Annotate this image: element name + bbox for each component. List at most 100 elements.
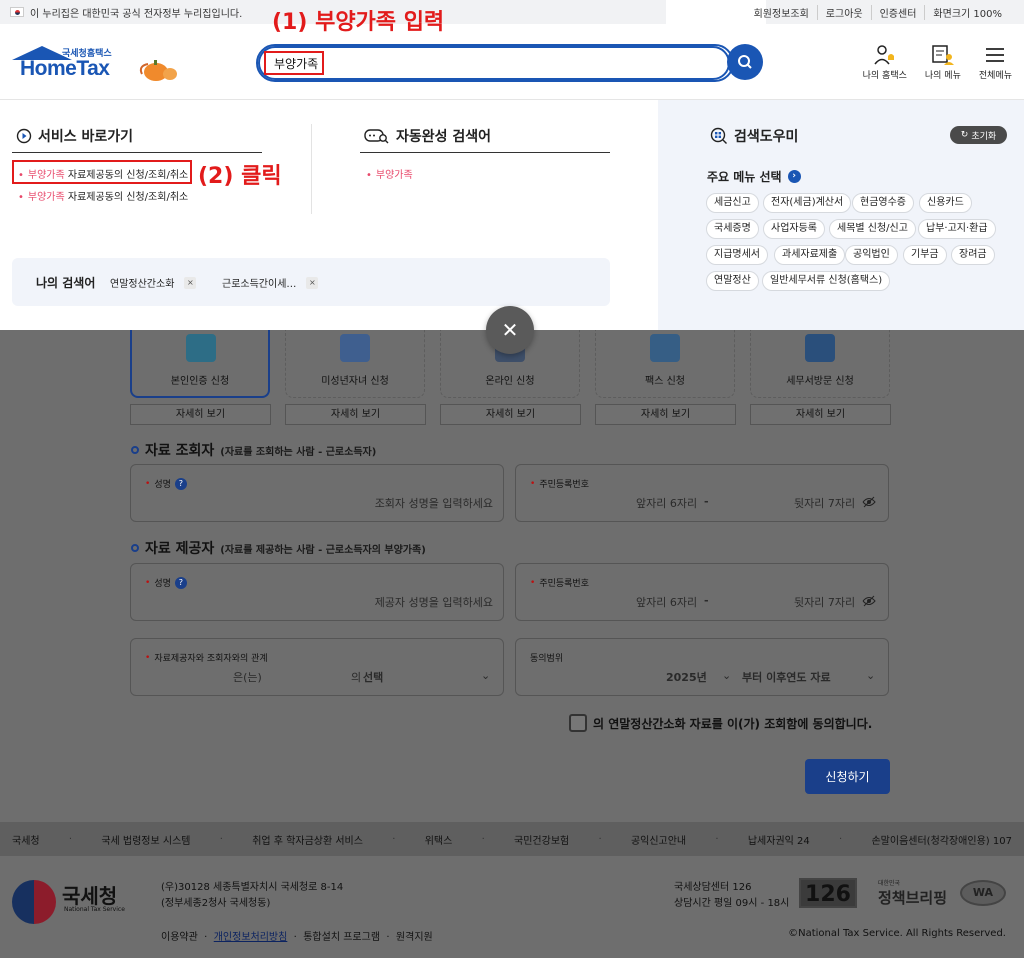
menu-tag[interactable]: 납부·고지·환급: [918, 219, 996, 239]
annotation-step1: (1) 부양가족 입력: [272, 10, 445, 35]
menu-tag[interactable]: 공익법인: [845, 245, 898, 265]
footer-link[interactable]: 취업 후 학자금상환 서비스: [252, 832, 363, 847]
utility-links: 회원정보조회 로그아웃 인증센터 화면크기 100%: [746, 0, 1010, 24]
menu-tag[interactable]: 장려금: [951, 245, 995, 265]
close-dropdown-button[interactable]: ✕: [486, 306, 534, 354]
child-doc-icon: [340, 334, 370, 362]
nts-emblem-icon: [12, 880, 56, 924]
provider-name-field[interactable]: • 성명? 제공자 성명을 입력하세요: [130, 563, 504, 621]
viewer-rrn-field[interactable]: • 주민등록번호 앞자리 6자리 - 뒷자리 7자리: [515, 464, 889, 522]
header-icons: 나의 홈택스 나의 메뉴 전체메뉴: [863, 44, 1012, 81]
policy-briefing-logo[interactable]: 대한민국 정책브리핑: [878, 878, 947, 908]
footer-link[interactable]: 국세청: [12, 832, 40, 847]
menu-tag[interactable]: 신용카드: [919, 193, 972, 213]
privacy-link[interactable]: 개인정보처리방침: [214, 932, 288, 943]
badge-126-logo[interactable]: 126: [799, 878, 857, 908]
reset-button[interactable]: ↻ 초기화: [950, 126, 1007, 144]
relation-select[interactable]: 선택: [363, 669, 383, 685]
shortcut-link-dependent-consent-2[interactable]: • 부양가족 자료제공동의 신청/조회/취소: [18, 188, 188, 203]
detail-button[interactable]: 자세히 보기: [595, 404, 736, 425]
method-card-visit[interactable]: 세무서방문 신청: [750, 330, 890, 398]
detail-button[interactable]: 자세히 보기: [440, 404, 581, 425]
method-card-identity[interactable]: 본인인증 신청: [130, 330, 270, 398]
member-info-link[interactable]: 회원정보조회: [746, 5, 817, 20]
menu-tag[interactable]: 과세자료제출: [774, 245, 846, 265]
footer-link[interactable]: 납세자권익 24: [748, 832, 810, 847]
provider-rrn-back[interactable]: 뒷자리 7자리: [794, 594, 855, 610]
close-icon: ✕: [501, 318, 519, 342]
footer-org-en: National Tax Service: [64, 906, 125, 913]
logout-link[interactable]: 로그아웃: [816, 4, 871, 20]
provider-rrn-front[interactable]: 앞자리 6자리: [636, 594, 697, 610]
provider-rrn-field[interactable]: • 주민등록번호 앞자리 6자리 - 뒷자리 7자리: [515, 563, 889, 621]
footer-link[interactable]: 손말이음센터(청각장애인용) 107: [871, 832, 1011, 847]
chat-search-icon: [364, 129, 389, 144]
menu-tag[interactable]: 사업자등록: [763, 219, 825, 239]
scope-field[interactable]: 동의범위 2025년 ⌄ 부터 이후연도 자료 ⌄: [515, 638, 889, 696]
id-card-icon: [186, 334, 216, 362]
remote-support-link[interactable]: 원격지원: [396, 932, 433, 943]
close-icon[interactable]: ×: [184, 276, 197, 289]
my-search-chip[interactable]: 근로소득간이세… ×: [222, 275, 319, 290]
eye-off-icon[interactable]: [862, 595, 876, 607]
user-bell-icon: [874, 45, 894, 65]
menu-tag[interactable]: 국세증명: [706, 219, 759, 239]
terms-link[interactable]: 이용약관: [161, 932, 198, 943]
footer-link[interactable]: 국세 법령정보 시스템: [101, 832, 190, 847]
service-shortcut-divider: [12, 152, 262, 153]
menu-tag[interactable]: 세목별 신청/신고: [829, 219, 916, 239]
help-icon[interactable]: ?: [174, 576, 187, 589]
screen-size-dropdown[interactable]: 화면크기 100%: [924, 4, 1010, 20]
auth-center-link[interactable]: 인증센터: [870, 4, 925, 20]
my-menu-label: 나의 메뉴: [924, 71, 961, 81]
footer-link[interactable]: 국민건강보험: [514, 832, 569, 847]
viewer-section-title: 자료 조회자 (자료를 조회하는 사람 - 근로소득자): [131, 440, 376, 460]
menu-tag[interactable]: 일반세무서류 신청(홈택스): [762, 271, 891, 291]
autocomplete-item[interactable]: • 부양가족: [366, 166, 413, 181]
grid-search-icon: [710, 127, 727, 144]
footer-address: (우)30128 세종특별자치시 국세청로 8-14 (정부세종2청사 국세청동…: [161, 882, 344, 909]
viewer-name-field[interactable]: • 성명? 조회자 성명을 입력하세요: [130, 464, 504, 522]
my-hometax-button[interactable]: 나의 홈택스: [863, 44, 907, 81]
menu-tag[interactable]: 전자(세금)계산서: [763, 193, 852, 213]
menu-tag[interactable]: 세금신고: [706, 193, 759, 213]
menu-tag[interactable]: 현금영수증: [852, 193, 914, 213]
autocomplete-divider: [360, 152, 610, 153]
all-menu-button[interactable]: 전체메뉴: [979, 44, 1012, 81]
eye-off-icon[interactable]: [862, 496, 876, 508]
site-footer: 국세청 National Tax Service (우)30128 세종특별자치…: [0, 856, 1024, 958]
footer-link[interactable]: 공익신고안내: [631, 832, 686, 847]
my-hometax-label: 나의 홈택스: [862, 71, 907, 81]
footer-org-name: 국세청: [62, 884, 118, 908]
main-menu-select: 주요 메뉴 선택 ›: [707, 168, 801, 185]
phone-building-icon: [805, 334, 835, 362]
relation-field[interactable]: • 자료제공자와 조회자와의 관계 은(는) 의 선택 ⌄: [130, 638, 504, 696]
viewer-rrn-front[interactable]: 앞자리 6자리: [636, 495, 697, 511]
menu-tag[interactable]: 기부금: [903, 245, 947, 265]
chevron-right-icon[interactable]: ›: [787, 170, 801, 183]
install-link[interactable]: 통합설치 프로그램: [303, 932, 380, 943]
my-menu-button[interactable]: 나의 메뉴: [925, 44, 961, 81]
viewer-name-placeholder: 조회자 성명을 입력하세요: [374, 497, 493, 510]
footer-link[interactable]: 위택스: [425, 832, 453, 847]
scope-year-select[interactable]: 2025년: [666, 669, 707, 685]
detail-button[interactable]: 자세히 보기: [750, 404, 891, 425]
copyright-text: ©National Tax Service. All Rights Reserv…: [788, 928, 1006, 939]
detail-button[interactable]: 자세히 보기: [130, 404, 271, 425]
search-input[interactable]: 부양가족: [258, 46, 730, 80]
menu-tag[interactable]: 연말정산: [706, 271, 759, 291]
viewer-rrn-back[interactable]: 뒷자리 7자리: [794, 495, 855, 511]
web-accessibility-mark: WA: [960, 880, 1006, 906]
close-icon[interactable]: ×: [306, 276, 319, 289]
method-card-fax[interactable]: 팩스 신청: [595, 330, 735, 398]
hamburger-icon: [986, 48, 1005, 62]
hometax-logo[interactable]: 국세청홈택스 HomeTax: [12, 46, 182, 86]
search-button[interactable]: [727, 44, 763, 80]
my-search-chip[interactable]: 연말정산간소화 ×: [110, 275, 197, 290]
help-icon[interactable]: ?: [174, 477, 187, 490]
agree-checkbox[interactable]: [569, 714, 587, 732]
submit-button[interactable]: 신청하기: [805, 759, 890, 794]
method-card-minor[interactable]: 미성년자녀 신청: [285, 330, 425, 398]
menu-tag[interactable]: 지급명세서: [706, 245, 768, 265]
detail-button[interactable]: 자세히 보기: [285, 404, 426, 425]
